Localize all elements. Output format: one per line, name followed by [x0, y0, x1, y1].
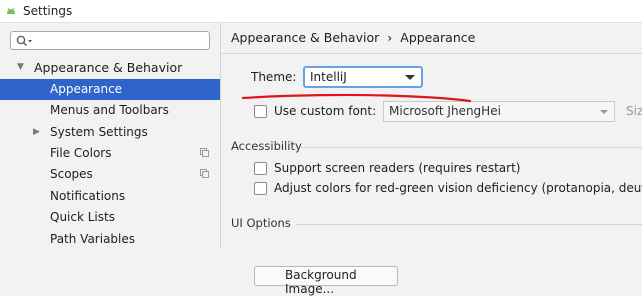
screen-readers-checkbox[interactable]	[254, 162, 267, 175]
ui-options-section-title: UI Options	[231, 216, 291, 230]
screen-readers-label[interactable]: Support screen readers (requires restart…	[274, 161, 520, 175]
header-divider	[221, 53, 642, 54]
search-input[interactable]	[37, 33, 205, 48]
breadcrumb: Appearance & Behavior › Appearance	[231, 30, 475, 45]
font-dropdown[interactable]: Microsoft JhengHei	[383, 101, 615, 122]
settings-content: Appearance & Behavior › Appearance Theme: …	[221, 23, 642, 296]
tree-item-file-colors[interactable]: File Colors	[0, 143, 220, 164]
tree-item-label: Menus and Toolbars	[50, 103, 169, 117]
title-bar: Settings	[0, 0, 642, 23]
tree-item-label: System Settings	[50, 125, 148, 139]
breadcrumb-separator: ›	[387, 30, 393, 45]
theme-value: IntelliJ	[310, 70, 347, 84]
tree-item-label: Scopes	[50, 167, 93, 181]
section-divider	[301, 147, 642, 148]
tree-item-label: Notifications	[50, 189, 126, 203]
tree-item-appearance-behavior[interactable]: ▼ Appearance & Behavior	[0, 57, 220, 78]
section-divider	[296, 224, 642, 225]
custom-font-label[interactable]: Use custom font:	[274, 104, 376, 118]
tree-item-path-variables[interactable]: Path Variables	[0, 229, 220, 250]
background-image-button-label: Background Image...	[285, 268, 357, 296]
background-image-button[interactable]: Background Image...	[254, 266, 398, 296]
android-studio-icon	[7, 7, 15, 14]
font-size-label: Siz	[626, 104, 642, 118]
dropdown-arrow-icon	[600, 110, 608, 114]
color-deficiency-label[interactable]: Adjust colors for red-green vision defic…	[274, 181, 642, 195]
font-value: Microsoft JhengHei	[389, 104, 501, 118]
tree-item-label: Appearance & Behavior	[34, 60, 183, 75]
tree-item-system-settings[interactable]: ▶ System Settings	[0, 122, 220, 143]
custom-font-checkbox[interactable]	[254, 105, 267, 118]
tree-item-label: Quick Lists	[50, 210, 115, 224]
tree-item-scopes[interactable]: Scopes	[0, 164, 220, 185]
tree-item-label: File Colors	[50, 146, 112, 160]
accessibility-section-title: Accessibility	[231, 139, 302, 153]
breadcrumb-current: Appearance	[400, 30, 476, 45]
settings-sidebar: ▼ Appearance & Behavior Appearance Menus…	[0, 23, 221, 248]
tree-item-label: Appearance	[50, 82, 123, 96]
dropdown-arrow-icon	[405, 75, 415, 80]
tree-item-notifications[interactable]: Notifications	[0, 186, 220, 207]
tree-item-menus-toolbars[interactable]: Menus and Toolbars	[0, 100, 220, 121]
project-level-icon	[200, 169, 209, 178]
search-field[interactable]	[10, 31, 210, 50]
color-deficiency-checkbox[interactable]	[254, 182, 267, 195]
theme-label: Theme:	[251, 70, 297, 84]
expand-arrow-icon[interactable]: ▼	[17, 57, 24, 78]
theme-dropdown[interactable]: IntelliJ	[303, 66, 423, 88]
search-icon	[16, 35, 32, 46]
tree-item-label: Path Variables	[50, 232, 136, 246]
tree-item-quick-lists[interactable]: Quick Lists	[0, 207, 220, 228]
window-title: Settings	[23, 4, 73, 18]
project-level-icon	[200, 148, 209, 157]
breadcrumb-parent: Appearance & Behavior	[231, 30, 380, 45]
tree-item-appearance[interactable]: Appearance	[0, 79, 220, 100]
collapse-arrow-icon[interactable]: ▶	[33, 122, 40, 143]
